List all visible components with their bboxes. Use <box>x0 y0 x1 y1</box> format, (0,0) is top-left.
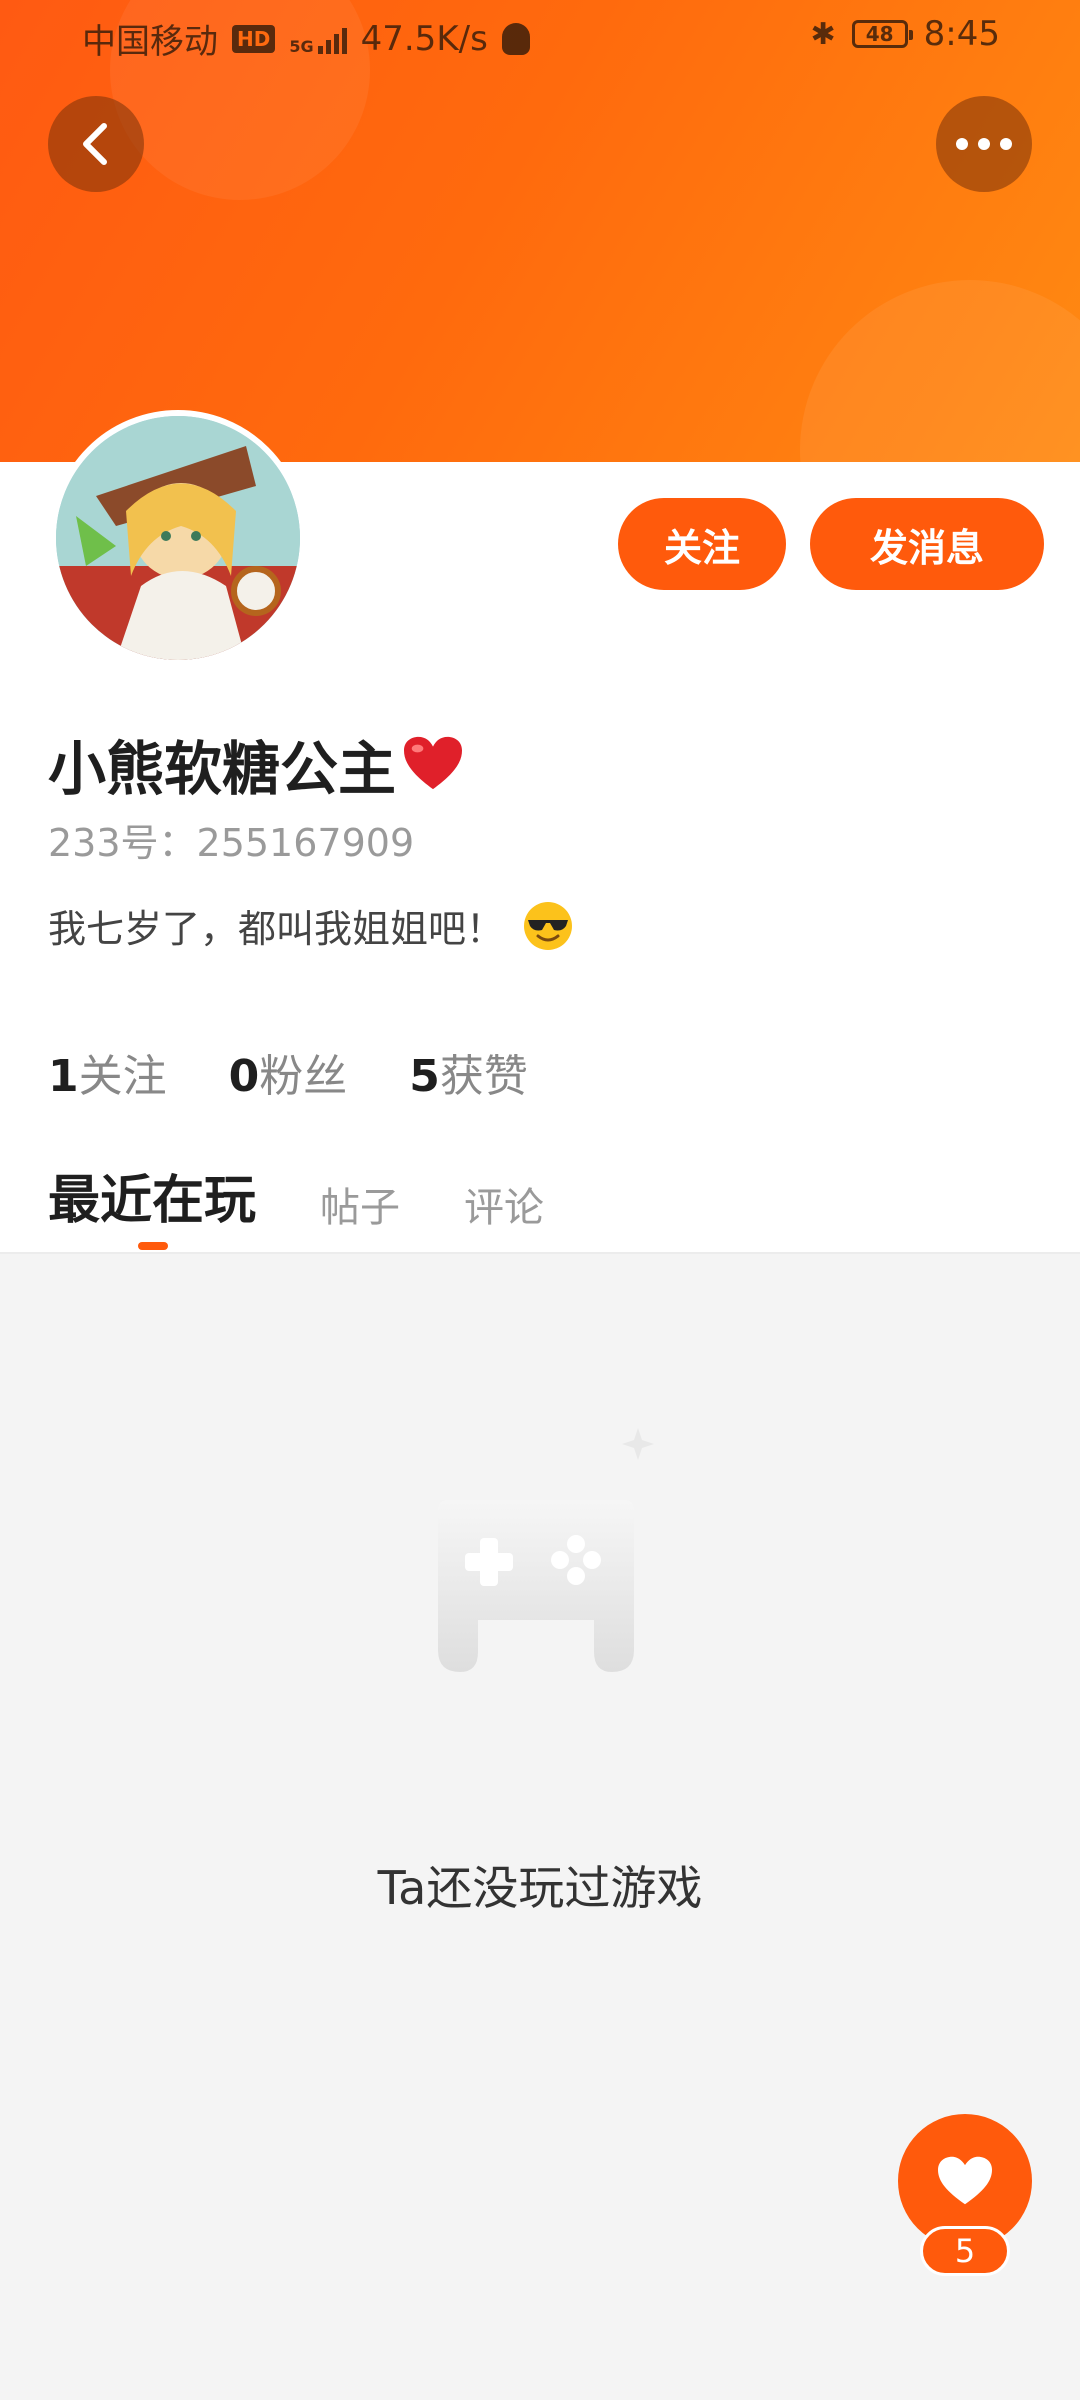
qq-icon <box>501 22 530 55</box>
send-message-button[interactable]: 发消息 <box>810 498 1044 590</box>
stat-label: 获赞 <box>439 1051 528 1102</box>
tabs-divider <box>0 1252 1080 1254</box>
avatar[interactable] <box>50 410 306 666</box>
chevron-left-icon <box>83 123 107 165</box>
bluetooth-icon: ✱ <box>810 16 836 52</box>
banner-decoration <box>800 280 1080 462</box>
stat-value: 5 <box>409 1051 440 1102</box>
active-tab-indicator <box>138 1242 168 1250</box>
tab-comments[interactable]: 评论 <box>464 1175 544 1233</box>
avatar-image <box>56 416 300 660</box>
tab-recent-games[interactable]: 最近在玩 <box>48 1158 256 1233</box>
heart-icon <box>938 2156 992 2205</box>
user-id-label: 233号： <box>48 821 197 865</box>
profile-name: 小熊软糖公主 <box>48 722 464 806</box>
battery-icon: 48 <box>851 20 913 48</box>
stat-value: 0 <box>228 1051 260 1102</box>
carrier-label: 中国移动 <box>82 22 218 62</box>
sunglasses-face-icon <box>524 901 573 950</box>
stat-label: 关注 <box>78 1051 167 1102</box>
user-id: 233号：255167909 <box>48 812 414 867</box>
network-type: 5G <box>289 36 314 56</box>
user-id-value: 255167909 <box>196 821 415 865</box>
stat-likes[interactable]: 5获赞 <box>409 1040 528 1104</box>
more-dots-icon <box>951 138 1017 150</box>
stat-value: 1 <box>48 1051 79 1102</box>
profile-bio: 我七岁了，都叫我姐姐吧！ <box>48 898 574 953</box>
follow-button[interactable]: 关注 <box>618 498 786 590</box>
profile-tabs: 最近在玩 帖子 评论 <box>48 1158 608 1233</box>
status-bar: 中国移动 HD 5G 47.5K/s ✱ 48 8:45 <box>0 0 1080 72</box>
profile-stats: 1关注 0粉丝 5获赞 <box>48 1040 528 1104</box>
signal-icon: 5G <box>289 24 347 56</box>
hd-badge: HD <box>232 24 276 53</box>
more-button[interactable] <box>936 96 1032 192</box>
network-speed: 47.5K/s <box>360 18 488 59</box>
stat-following[interactable]: 1关注 <box>48 1040 167 1104</box>
clock: 8:45 <box>923 14 1000 54</box>
empty-state-text: Ta还没玩过游戏 <box>377 1861 703 1915</box>
bio-text: 我七岁了，都叫我姐姐吧！ <box>48 907 505 951</box>
stat-label: 粉丝 <box>259 1051 348 1102</box>
stat-fans[interactable]: 0粉丝 <box>229 1040 348 1104</box>
red-heart-icon <box>404 736 463 790</box>
tab-posts[interactable]: 帖子 <box>320 1175 400 1233</box>
profile-name-text: 小熊软糖公主 <box>48 735 397 803</box>
like-count-badge: 5 <box>920 2226 1010 2276</box>
back-button[interactable] <box>48 96 144 192</box>
gamepad-icon <box>438 1428 654 1672</box>
